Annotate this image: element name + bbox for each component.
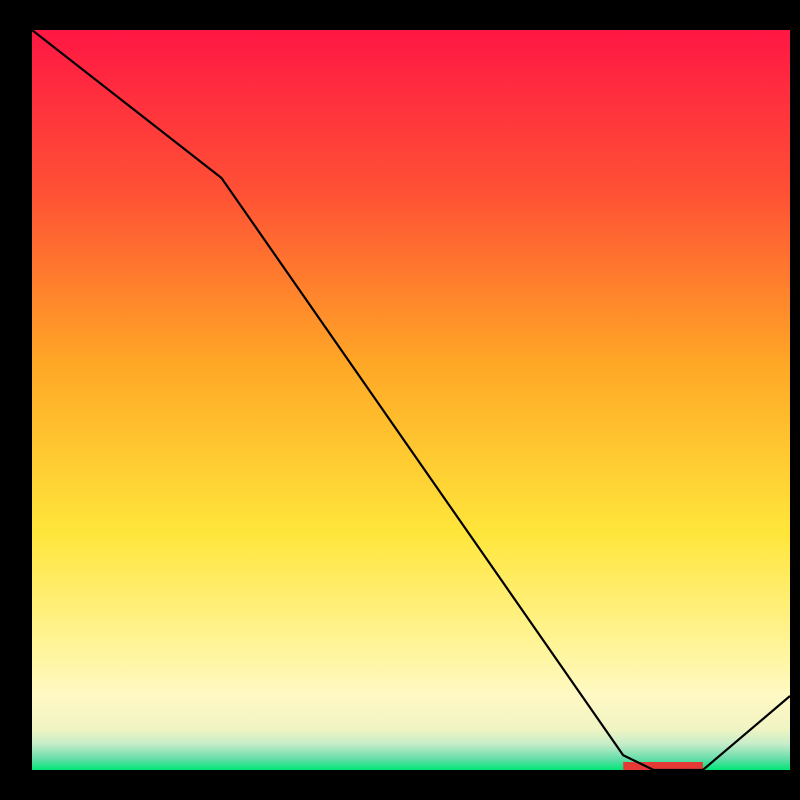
valley-marker [623,762,703,770]
chart-svg [0,0,800,800]
plot-background [32,30,790,770]
chart-stage: TheBottleneck.com [0,0,800,800]
